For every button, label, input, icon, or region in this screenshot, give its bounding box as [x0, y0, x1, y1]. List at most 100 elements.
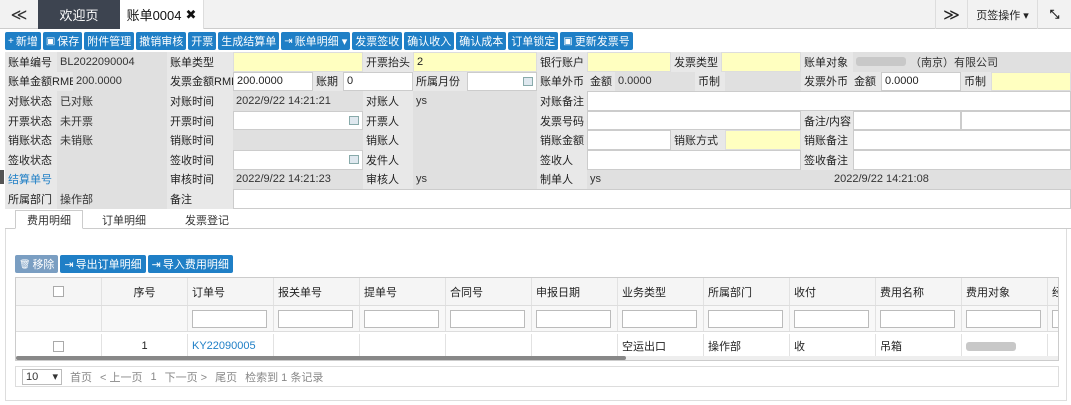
filter-input-business[interactable]: [1052, 309, 1058, 328]
gen-settlement-button[interactable]: 生成结算单: [218, 32, 280, 50]
revoke-audit-button[interactable]: 撤销审核: [136, 32, 187, 50]
col-header-order-no[interactable]: 订单号: [188, 278, 274, 305]
cell-biz-type: 空运出口: [618, 334, 704, 358]
col-header-fee-name[interactable]: 费用名称: [876, 278, 962, 305]
filter-input-bl-no[interactable]: [364, 309, 439, 328]
save-icon: ▣: [45, 35, 56, 47]
attachment-button[interactable]: 附件管理: [84, 32, 135, 50]
invoice-header-field[interactable]: 2: [413, 52, 537, 72]
col-header-customs-no[interactable]: 报关单号: [274, 278, 360, 305]
calendar-icon[interactable]: [349, 115, 359, 125]
invoice-no-field[interactable]: [587, 110, 801, 131]
table-row[interactable]: 1 KY22090005 空运出口 操作部收吊箱: [16, 334, 1058, 358]
period-field[interactable]: 0: [343, 71, 413, 92]
maker-value: ys: [587, 169, 831, 190]
pager-last[interactable]: 尾页: [215, 369, 237, 385]
filter-input-fee-name[interactable]: [880, 309, 955, 328]
scroll-right-icon[interactable]: ≫: [935, 0, 967, 29]
inv-foreign-amount-field[interactable]: 0.0000: [881, 71, 961, 92]
writeoff-note-field[interactable]: [853, 130, 1071, 150]
writeoff-amount-field[interactable]: [587, 130, 671, 150]
col-header-fee-target[interactable]: 费用对象: [962, 278, 1048, 305]
invoice-button[interactable]: 开票: [188, 32, 217, 50]
filter-input-declare-date[interactable]: [536, 309, 611, 328]
col-header-biz-type[interactable]: 业务类型: [618, 278, 704, 305]
col-header-seq[interactable]: 序号: [102, 278, 188, 305]
remark-label: 备注: [167, 189, 233, 209]
horizontal-scrollbar[interactable]: [16, 356, 1058, 360]
audit-time-value: 2022/9/22 14:21:23: [233, 169, 363, 190]
confirm-cost-button[interactable]: 确认成本: [456, 32, 507, 50]
pager-next[interactable]: 下一页 >: [165, 369, 207, 385]
invoicer-label: 开票人: [363, 110, 413, 131]
filter-input-order-no[interactable]: [192, 309, 267, 328]
filter-input-dept[interactable]: [708, 309, 783, 328]
page-ops-dropdown[interactable]: 页签操作 ▾: [967, 0, 1037, 29]
side-collapse-handle[interactable]: [0, 170, 4, 184]
order-lock-button[interactable]: 订单锁定: [508, 32, 559, 50]
tab-fee-detail[interactable]: 费用明细: [15, 210, 83, 229]
calendar-icon[interactable]: [523, 76, 533, 86]
tab-order-detail[interactable]: 订单明细: [85, 210, 163, 229]
calendar-icon[interactable]: [349, 154, 359, 164]
scroll-left-icon[interactable]: ≪: [0, 0, 38, 29]
filter-cell-business: [1048, 306, 1058, 331]
filter-cell-customs-no: [274, 306, 360, 331]
col-header-pay-recv[interactable]: 收付: [790, 278, 876, 305]
close-icon[interactable]: ✖: [186, 7, 197, 23]
col-header-select[interactable]: [16, 278, 102, 305]
remark-content-field-2[interactable]: [961, 110, 1071, 131]
add-button[interactable]: + 新增: [5, 32, 41, 50]
pager-prev[interactable]: < 上一页: [100, 369, 142, 385]
recon-note-field[interactable]: [587, 91, 1071, 111]
filter-input-contract-no[interactable]: [450, 309, 525, 328]
invoice-type-field[interactable]: [721, 52, 801, 72]
invoice-sign-button[interactable]: 发票签收: [352, 32, 403, 50]
page-size-select[interactable]: 10 ▾: [22, 368, 62, 385]
filter-input-fee-target[interactable]: [966, 309, 1041, 328]
bill-type-field[interactable]: [233, 52, 363, 72]
import-fee-detail-button[interactable]: ⇥ 导入费用明细: [147, 255, 233, 273]
receiver-field[interactable]: [587, 149, 801, 170]
remark-field[interactable]: [233, 189, 1071, 209]
tab-invoice-register[interactable]: 发票登记: [165, 210, 249, 229]
invoice-time-field[interactable]: [233, 110, 363, 131]
update-invoice-no-button[interactable]: ▣ 更新发票号: [560, 32, 633, 50]
row-checkbox[interactable]: [53, 340, 64, 352]
pager-first[interactable]: 首页: [70, 369, 92, 385]
tab-bill[interactable]: 账单0004 ✖: [120, 0, 204, 29]
export-order-detail-button[interactable]: ⇥ 导出订单明细: [60, 255, 146, 273]
order-lock-button-label: 订单锁定: [511, 36, 556, 48]
remark-content-field[interactable]: [853, 110, 961, 131]
filter-input-biz-type[interactable]: [622, 309, 697, 328]
select-all-checkbox[interactable]: [53, 286, 64, 297]
bank-account-field[interactable]: [587, 52, 671, 72]
invoice-status-label: 开票状态: [5, 110, 57, 131]
bill-detail-dropdown[interactable]: ⇥ 账单明细 ▾: [281, 32, 351, 50]
invoice-amount-field[interactable]: 200.0000: [233, 71, 313, 92]
col-header-business[interactable]: 经营: [1048, 278, 1058, 305]
confirm-income-button[interactable]: 确认收入: [404, 32, 455, 50]
settle-no-link[interactable]: 结算单号: [5, 169, 57, 190]
col-header-dept[interactable]: 所属部门: [704, 278, 790, 305]
remove-button[interactable]: 🗑 移除: [15, 255, 59, 273]
cell-order-no[interactable]: KY22090005: [188, 334, 274, 358]
sign-note-label: 签收备注: [801, 149, 853, 170]
sign-time-field[interactable]: [233, 149, 363, 170]
inv-currency-field[interactable]: [991, 71, 1071, 92]
sign-note-field[interactable]: [853, 149, 1071, 170]
pager-page[interactable]: 1: [150, 371, 156, 383]
col-header-declare-date[interactable]: 申报日期: [532, 278, 618, 305]
writeoff-method-field[interactable]: [725, 130, 801, 150]
col-header-bl-no[interactable]: 提单号: [360, 278, 446, 305]
save-button[interactable]: ▣ 保存: [42, 32, 83, 50]
scrollbar-thumb[interactable]: [16, 356, 626, 360]
recon-status-label: 对账状态: [5, 91, 57, 111]
tab-welcome[interactable]: 欢迎页: [38, 0, 120, 29]
filter-input-customs-no[interactable]: [278, 309, 353, 328]
month-field[interactable]: [467, 71, 537, 92]
filter-input-pay-recv[interactable]: [794, 309, 869, 328]
dept-value: 操作部: [57, 189, 167, 209]
fullscreen-icon[interactable]: ⤡: [1037, 0, 1071, 29]
col-header-contract-no[interactable]: 合同号: [446, 278, 532, 305]
